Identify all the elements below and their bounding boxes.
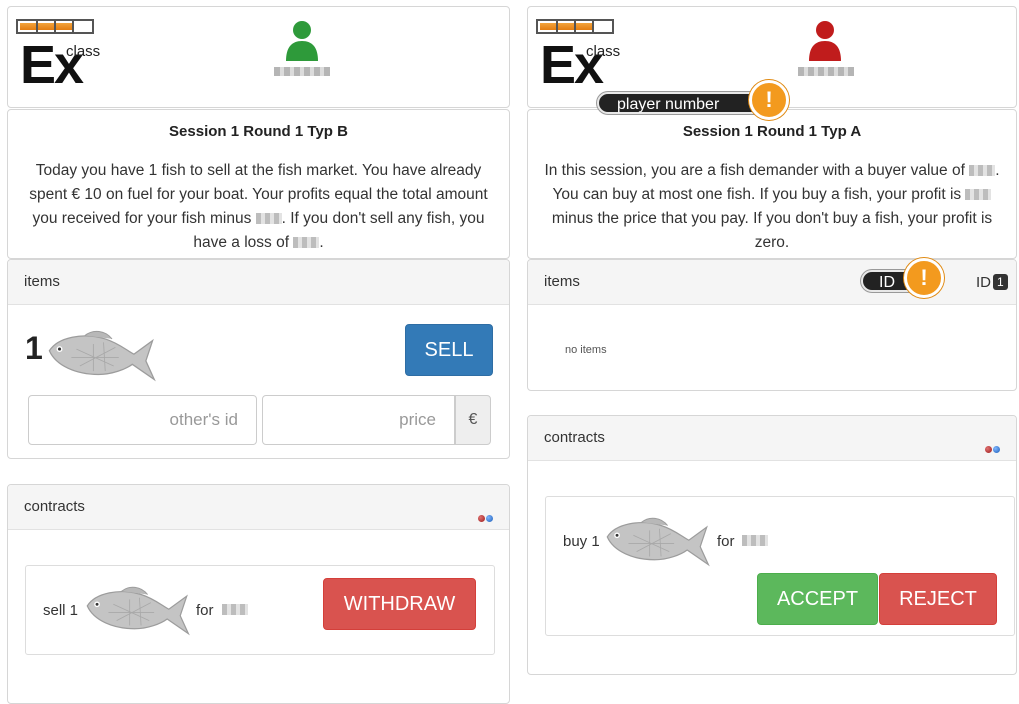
header-panel: Ex class	[7, 6, 510, 108]
instructions-text: Today you have 1 fish to sell at the fis…	[29, 162, 488, 251]
user-icon	[807, 19, 843, 61]
items-heading: items	[8, 260, 509, 305]
session-title: Session 1 Round 1 Typ B	[169, 123, 348, 140]
fish-icon	[604, 509, 710, 573]
contracts-panel: contracts sell 1 for WITHDRAW	[7, 484, 510, 704]
contracts-heading: contracts	[8, 485, 509, 530]
logo-class-text: class	[586, 43, 621, 60]
reject-button[interactable]: REJECT	[879, 573, 997, 625]
fish-icon	[84, 578, 190, 642]
status-dots	[477, 496, 493, 540]
contracts-heading: contracts	[528, 416, 1016, 461]
redacted-value	[293, 237, 320, 249]
warning-icon[interactable]: !	[749, 80, 789, 120]
id-badge: 1	[993, 274, 1008, 290]
progress-meter	[536, 19, 614, 34]
info-panel: Session 1 Round 1 Typ A In this session,…	[527, 109, 1017, 259]
empty-items-text: no items	[565, 344, 607, 356]
contract-text: buy 1	[563, 533, 600, 550]
player-label	[274, 67, 330, 76]
contract-for-label: for	[717, 533, 735, 550]
item-count: 1	[25, 330, 43, 366]
warning-icon[interactable]: !	[904, 258, 944, 298]
redacted-value	[255, 213, 282, 225]
contract-row: buy 1 for ACCEPT REJECT	[545, 496, 1015, 636]
contracts-panel: contracts buy 1 for ACCEPT REJECT	[527, 415, 1017, 675]
logo-class-text: class	[66, 43, 101, 60]
instructions-text: In this session, you are a fish demander…	[544, 162, 1000, 251]
player-id: ID 1	[976, 274, 1008, 291]
withdraw-button[interactable]: WITHDRAW	[323, 578, 476, 630]
status-dots	[984, 427, 1000, 471]
user-icon	[284, 19, 320, 61]
redacted-value	[969, 165, 996, 177]
redacted-value	[965, 189, 992, 201]
info-panel: Session 1 Round 1 Typ B Today you have 1…	[7, 109, 510, 259]
classex-logo: Ex class	[16, 19, 106, 99]
classex-logo: Ex class	[536, 19, 626, 99]
redacted-price	[742, 535, 768, 546]
others-id-input[interactable]: other's id	[28, 395, 257, 445]
redacted-price	[222, 604, 248, 615]
contract-for-label: for	[196, 602, 214, 619]
price-input[interactable]: price	[262, 395, 455, 445]
currency-addon: €	[455, 395, 491, 445]
session-title: Session 1 Round 1 Typ A	[682, 123, 862, 140]
contract-text: sell 1	[43, 602, 79, 619]
sell-button[interactable]: SELL	[405, 324, 493, 376]
items-panel: items 1 SELL other's id price €	[7, 259, 510, 459]
player-label	[798, 67, 854, 76]
progress-meter	[16, 19, 94, 34]
contract-row: sell 1 for WITHDRAW	[25, 565, 495, 655]
accept-button[interactable]: ACCEPT	[757, 573, 878, 625]
player-number-tooltip: player number	[597, 92, 765, 114]
fish-icon	[46, 324, 156, 386]
